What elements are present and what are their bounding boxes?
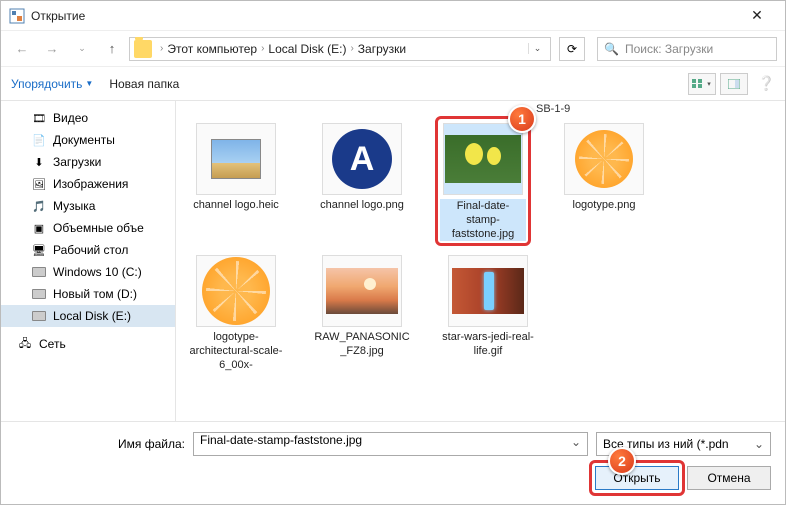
- breadcrumb-item[interactable]: Загрузки: [358, 42, 406, 56]
- dialog-body: 🎞 Видео 📄 Документы ⬇ Загрузки 🖼 Изображения 🎵 Му…: [1, 101, 785, 421]
- sidebar-item[interactable]: 🖼 Изображения: [1, 173, 175, 195]
- file-label: RAW_PANASONIC_FZ8.jpg: [314, 331, 410, 359]
- sidebar-network[interactable]: 🖧Сеть: [1, 333, 175, 355]
- open-highlight: 2 Открыть: [589, 460, 685, 496]
- back-button[interactable]: ←: [9, 36, 35, 62]
- app-icon: [9, 8, 25, 24]
- sidebar-item[interactable]: ⬇ Загрузки: [1, 151, 175, 173]
- sidebar-icon: ⬇: [31, 154, 47, 170]
- sidebar-item-label: Документы: [53, 133, 115, 147]
- sidebar-icon: 🎞: [31, 110, 47, 126]
- sidebar-icon: [31, 308, 47, 324]
- cancel-button[interactable]: Отмена: [687, 466, 771, 490]
- dialog-buttons: 2 Открыть Отмена: [15, 466, 771, 490]
- file-thumbnail: A: [322, 123, 402, 195]
- preview-pane-button[interactable]: [720, 73, 748, 95]
- sidebar-item[interactable]: ▣ Объемные объе: [1, 217, 175, 239]
- file-label: star-wars-jedi-real-life.gif: [440, 331, 536, 359]
- file-label: channel logo.heic: [193, 199, 279, 213]
- sidebar-item-label: Музыка: [53, 199, 95, 213]
- forward-button[interactable]: →: [39, 36, 65, 62]
- file-item[interactable]: Final-date-stamp-faststone.jpg1: [435, 116, 531, 246]
- close-button[interactable]: ✕: [737, 7, 777, 24]
- nav-bar: ← → ⌄ ↑ › Этот компьютер › Local Disk (E…: [1, 31, 785, 67]
- sidebar-icon: ▣: [31, 220, 47, 236]
- file-item[interactable]: star-wars-jedi-real-life.gif: [440, 255, 536, 373]
- sidebar-icon: 📄: [31, 132, 47, 148]
- window-title: Открытие: [31, 9, 737, 23]
- file-label: channel logo.png: [320, 199, 404, 213]
- file-thumbnail: [443, 123, 523, 195]
- sidebar-icon: 🖼: [31, 176, 47, 192]
- file-label: logotype-architectural-scale-6_00x-gigap…: [188, 331, 284, 373]
- refresh-button[interactable]: ⟳: [559, 37, 585, 61]
- open-button[interactable]: Открыть: [595, 466, 679, 490]
- view-mode-button[interactable]: [688, 73, 716, 95]
- folder-icon: [134, 40, 152, 58]
- search-placeholder: Поиск: Загрузки: [625, 42, 713, 56]
- recent-dropdown[interactable]: ⌄: [69, 36, 95, 62]
- file-item[interactable]: channel logo.heic: [188, 123, 284, 241]
- file-thumbnail: [196, 123, 276, 195]
- sidebar-item-label: Объемные объе: [53, 221, 144, 235]
- file-item[interactable]: logotype.png: [556, 123, 652, 241]
- chevron-right-icon: ›: [350, 43, 353, 54]
- toolbar: Упорядочить▼ Новая папка ❔: [1, 67, 785, 101]
- sidebar-item[interactable]: 🎞 Видео: [1, 107, 175, 129]
- sidebar-item-label: Загрузки: [53, 155, 101, 169]
- up-button[interactable]: ↑: [99, 36, 125, 62]
- chevron-right-icon: ›: [261, 43, 264, 54]
- sidebar-item-label: Windows 10 (C:): [53, 265, 142, 279]
- file-thumbnail: [196, 255, 276, 327]
- sidebar-icon: 🎵: [31, 198, 47, 214]
- filename-input[interactable]: Final-date-stamp-faststone.jpg: [193, 432, 588, 456]
- file-thumbnail: [448, 255, 528, 327]
- sidebar-item-label: Видео: [53, 111, 88, 125]
- sidebar-icon: [31, 264, 47, 280]
- truncated-label: SB-1-9: [536, 103, 570, 115]
- sidebar-item[interactable]: 📄 Документы: [1, 129, 175, 151]
- search-input[interactable]: 🔍 Поиск: Загрузки: [597, 37, 777, 61]
- sidebar-item-label: Изображения: [53, 177, 128, 191]
- sidebar: 🎞 Видео 📄 Документы ⬇ Загрузки 🖼 Изображения 🎵 Му…: [1, 101, 176, 421]
- annotation-badge-2: 2: [608, 447, 636, 475]
- sidebar-item[interactable]: 🎵 Музыка: [1, 195, 175, 217]
- annotation-badge-1: 1: [508, 105, 536, 133]
- file-thumbnail: [564, 123, 644, 195]
- breadcrumb-dropdown[interactable]: ⌄: [528, 43, 546, 54]
- help-button[interactable]: ❔: [758, 75, 775, 92]
- file-item[interactable]: RAW_PANASONIC_FZ8.jpg: [314, 255, 410, 373]
- file-thumbnail: [322, 255, 402, 327]
- breadcrumb[interactable]: › Этот компьютер › Local Disk (E:) › Заг…: [129, 37, 551, 61]
- filename-label: Имя файла:: [15, 437, 185, 451]
- sidebar-item-label: Новый том (D:): [53, 287, 137, 301]
- sidebar-item[interactable]: Новый том (D:): [1, 283, 175, 305]
- file-list: channel logo.heic Achannel logo.png Final-…: [188, 109, 773, 373]
- sidebar-icon: 🖥: [31, 242, 47, 258]
- sidebar-item-label: Local Disk (E:): [53, 309, 131, 323]
- chevron-right-icon: ›: [160, 43, 163, 54]
- sidebar-item[interactable]: 🖥 Рабочий стол: [1, 239, 175, 261]
- footer: Имя файла: Final-date-stamp-faststone.jp…: [1, 421, 785, 504]
- file-label: logotype.png: [573, 199, 636, 213]
- file-open-dialog: Открытие ✕ ← → ⌄ ↑ › Этот компьютер › Lo…: [0, 0, 786, 505]
- file-item[interactable]: logotype-architectural-scale-6_00x-gigap…: [188, 255, 284, 373]
- file-item[interactable]: Achannel logo.png: [314, 123, 410, 241]
- breadcrumb-item[interactable]: Local Disk (E:): [268, 42, 346, 56]
- breadcrumb-item[interactable]: Этот компьютер: [167, 42, 257, 56]
- network-icon: 🖧: [17, 336, 33, 352]
- sidebar-item[interactable]: Windows 10 (C:): [1, 261, 175, 283]
- titlebar: Открытие ✕: [1, 1, 785, 31]
- sidebar-icon: [31, 286, 47, 302]
- organize-menu[interactable]: Упорядочить▼: [11, 77, 93, 91]
- new-folder-button[interactable]: Новая папка: [109, 77, 179, 91]
- file-content: SB-1-9 channel logo.heic Achannel logo.pn…: [176, 101, 785, 421]
- sidebar-item[interactable]: Local Disk (E:): [1, 305, 175, 327]
- search-icon: 🔍: [604, 42, 619, 56]
- sidebar-item-label: Рабочий стол: [53, 243, 128, 257]
- file-label: Final-date-stamp-faststone.jpg: [440, 199, 526, 241]
